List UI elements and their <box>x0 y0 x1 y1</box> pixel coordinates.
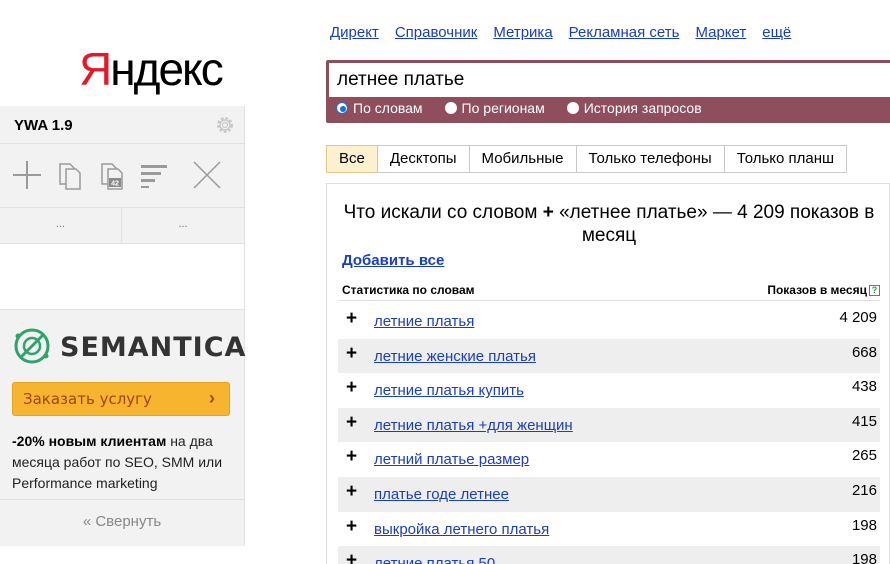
add-phrase-icon[interactable]: + <box>346 343 357 365</box>
results-panel: Что искали со словом + «летнее платье» —… <box>326 183 890 564</box>
impressions-count: 668 <box>851 343 877 361</box>
add-phrase-icon[interactable]: + <box>346 516 357 538</box>
ywa-sidebar: YWA 1.9 42 ... ... SEMANTICA Заказать ус… <box>0 106 245 546</box>
order-service-label: Заказать услугу <box>23 390 152 408</box>
ywa-title: YWA 1.9 <box>14 117 73 134</box>
column-impressions: Показов в месяц? <box>767 283 880 297</box>
results-heading: Что искали со словом + «летнее платье» —… <box>327 201 889 247</box>
nav-link-metrica[interactable]: Метрика <box>493 24 552 41</box>
add-phrase-icon[interactable]: + <box>346 412 357 434</box>
impressions-count: 438 <box>851 378 877 396</box>
add-phrase-icon[interactable]: + <box>346 481 357 503</box>
nav-link-ad-network[interactable]: Рекламная сеть <box>569 24 680 41</box>
impressions-count: 198 <box>851 516 877 534</box>
collapse-link[interactable]: « Свернуть <box>0 500 244 545</box>
copy-count-icon[interactable]: 42 <box>94 158 128 192</box>
tab-phones-only[interactable]: Только телефоны <box>576 145 725 173</box>
promo-bold: -20% новым клиентам <box>12 433 167 449</box>
column-impressions-label: Показов в месяц <box>767 283 867 297</box>
phrase-link[interactable]: летний платье размер <box>374 451 529 468</box>
ywa-slots: ... ... <box>0 208 244 244</box>
column-words: Статистика по словам <box>342 283 475 297</box>
radio-dot <box>444 102 457 114</box>
table-row: + выкройка летнего платья 198 <box>338 512 880 547</box>
add-phrase-icon[interactable]: + <box>346 377 357 399</box>
heading-plus: + <box>542 202 554 223</box>
semantica-brand[interactable]: SEMANTICA <box>60 332 246 363</box>
device-tabs: Все Десктопы Мобильные Только телефоны Т… <box>326 145 848 173</box>
heading-pre: Что искали со словом <box>343 202 538 223</box>
radio-by-regions[interactable]: По регионам <box>444 100 545 116</box>
phrase-link[interactable]: летние женские платья <box>374 348 536 365</box>
yandex-logo[interactable]: Яндекс <box>79 43 224 95</box>
semantica-logo-icon[interactable] <box>12 326 52 366</box>
promo-text: -20% новым клиентам на два месяца работ … <box>12 431 234 494</box>
tab-mobile[interactable]: Мобильные <box>469 145 577 173</box>
tab-all[interactable]: Все <box>326 145 378 173</box>
tab-desktops[interactable]: Десктопы <box>377 145 470 173</box>
radio-by-words[interactable]: По словам <box>336 100 423 116</box>
tab-tablets-only[interactable]: Только планш <box>724 145 848 173</box>
radio-label: По словам <box>353 100 423 116</box>
sort-icon[interactable] <box>137 158 171 192</box>
radio-dot-selected <box>336 102 348 114</box>
phrase-link[interactable]: выкройка летнего платья <box>374 521 549 538</box>
results-table: + летние платья 4 209 + летние женские плать… <box>338 304 880 564</box>
help-icon[interactable]: ? <box>869 285 880 296</box>
logo-first-letter: Я <box>79 43 112 95</box>
table-row: + летние платья 50 198 <box>338 546 880 564</box>
radio-history[interactable]: История запросов <box>566 100 702 116</box>
ywa-list-area <box>0 244 244 310</box>
add-phrase-icon[interactable]: + <box>346 446 357 468</box>
results-column-header: Статистика по словам Показов в месяц? <box>338 280 880 301</box>
radio-dot <box>566 102 579 114</box>
add-icon[interactable] <box>10 158 44 192</box>
phrase-link[interactable]: летние платья <box>374 313 474 330</box>
table-row: + летние платья 4 209 <box>338 304 880 339</box>
ywa-header: YWA 1.9 <box>0 106 244 144</box>
impressions-count: 4 209 <box>839 309 877 326</box>
heading-post: «летнее платье» — 4 209 показов в месяц <box>559 202 875 246</box>
svg-text:42: 42 <box>111 181 119 188</box>
nav-link-more[interactable]: ещё <box>762 24 791 41</box>
ywa-toolbar: 42 <box>0 144 244 208</box>
impressions-count: 265 <box>851 447 877 465</box>
radio-label: История запросов <box>583 100 702 116</box>
close-icon[interactable] <box>190 158 224 192</box>
impressions-count: 415 <box>851 412 877 430</box>
phrase-link[interactable]: летние платья +для женщин <box>374 417 573 434</box>
radio-label: По регионам <box>461 100 545 116</box>
gear-icon[interactable] <box>214 114 236 136</box>
table-row: + летний платье размер 265 <box>338 442 880 477</box>
phrase-link[interactable]: платье годе летнее <box>374 486 509 503</box>
impressions-count: 216 <box>851 481 877 499</box>
table-row: + летние женские платья 668 <box>338 338 880 374</box>
phrase-link[interactable]: летние платья купить <box>374 382 524 399</box>
table-row: + платье годе летнее 216 <box>338 476 880 512</box>
nav-link-direct[interactable]: Директ <box>330 24 379 41</box>
add-phrase-icon[interactable]: + <box>346 550 357 564</box>
table-row: + летние платья купить 438 <box>338 373 880 408</box>
order-service-button[interactable]: Заказать услугу › <box>12 382 230 416</box>
search-mode-radios: По словам По регионам История запросов <box>336 100 724 116</box>
service-nav: Директ Справочник Метрика Рекламная сеть Мар… <box>330 24 807 41</box>
semantica-ad: SEMANTICA Заказать услугу › -20% новым к… <box>0 310 246 500</box>
chevron-right-icon: › <box>209 388 215 408</box>
impressions-count: 198 <box>851 551 877 564</box>
search-input[interactable] <box>329 63 890 97</box>
nav-link-market[interactable]: Маркет <box>695 24 746 41</box>
logo-rest: ндекс <box>110 43 223 95</box>
table-row: + летние платья +для женщин 415 <box>338 407 880 443</box>
nav-link-help[interactable]: Справочник <box>395 24 478 41</box>
phrase-link[interactable]: летние платья 50 <box>374 555 495 564</box>
copy-icon[interactable] <box>52 158 86 192</box>
search-box: По словам По регионам История запросов <box>326 60 890 123</box>
add-all-link[interactable]: Добавить все <box>342 252 444 269</box>
slot-right[interactable]: ... <box>122 208 244 243</box>
slot-left[interactable]: ... <box>0 208 122 243</box>
add-phrase-icon[interactable]: + <box>346 308 357 330</box>
